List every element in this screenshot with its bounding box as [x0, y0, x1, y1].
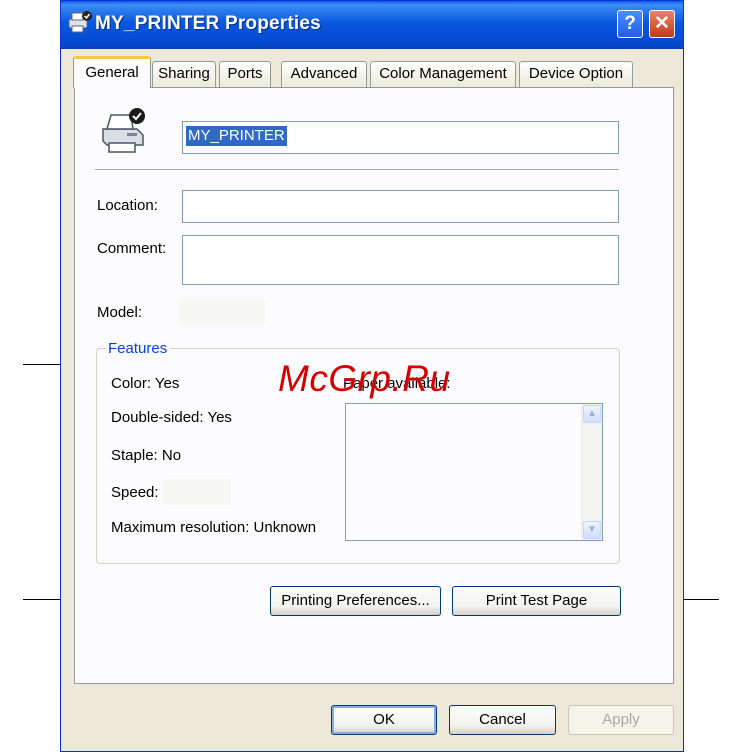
- paper-available-list[interactable]: ▲ ▼: [345, 403, 603, 541]
- tab-sharing[interactable]: Sharing: [152, 61, 216, 87]
- model-value: [179, 299, 265, 325]
- scroll-up-button[interactable]: ▲: [583, 405, 601, 423]
- feature-speed-label: Speed:: [111, 484, 159, 501]
- comment-label: Comment:: [97, 240, 167, 257]
- model-label: Model:: [97, 304, 143, 321]
- location-field[interactable]: [182, 190, 619, 223]
- close-button[interactable]: ✕: [649, 10, 675, 38]
- feature-staple: Staple: No: [111, 447, 182, 464]
- tab-general[interactable]: General: [73, 56, 151, 88]
- printer-icon: [68, 11, 92, 33]
- chevron-down-icon: ▼: [587, 524, 597, 535]
- close-icon: ✕: [654, 13, 670, 34]
- tab-color-management[interactable]: Color Management: [370, 61, 516, 87]
- feature-speed-value: [163, 479, 231, 505]
- print-test-page-button[interactable]: Print Test Page: [452, 586, 621, 616]
- separator: [95, 169, 619, 171]
- cancel-button[interactable]: Cancel: [449, 705, 556, 735]
- tab-device-option[interactable]: Device Option: [519, 61, 633, 87]
- title-bar[interactable]: MY_PRINTER Properties ? ✕: [61, 1, 683, 49]
- feature-color: Color: Yes: [111, 375, 180, 392]
- chevron-up-icon: ▲: [587, 408, 597, 419]
- scroll-down-button[interactable]: ▼: [583, 521, 601, 539]
- ok-button[interactable]: OK: [331, 705, 437, 735]
- help-button[interactable]: ?: [617, 10, 643, 38]
- printer-name-input[interactable]: MY_PRINTER: [182, 121, 619, 154]
- paper-list-scrollbar[interactable]: ▲ ▼: [581, 404, 602, 540]
- window-title: MY_PRINTER Properties: [95, 13, 321, 34]
- location-label: Location:: [97, 197, 158, 214]
- tab-advanced[interactable]: Advanced: [281, 61, 367, 87]
- tab-ports[interactable]: Ports: [219, 61, 271, 87]
- feature-max-resolution: Maximum resolution: Unknown: [111, 519, 317, 536]
- printer-name-selection: MY_PRINTER: [186, 126, 287, 146]
- features-legend: Features: [105, 340, 171, 357]
- printing-preferences-button[interactable]: Printing Preferences...: [270, 586, 441, 616]
- apply-button[interactable]: Apply: [568, 705, 674, 735]
- watermark-text: McGrp.Ru: [278, 358, 451, 399]
- printer-default-icon: [102, 108, 145, 153]
- feature-double-sided: Double-sided: Yes: [111, 409, 232, 426]
- comment-field[interactable]: [182, 235, 619, 285]
